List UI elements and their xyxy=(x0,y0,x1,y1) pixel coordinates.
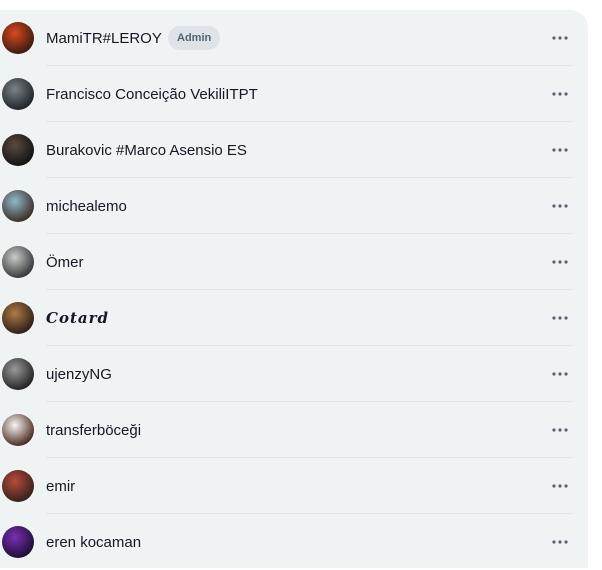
avatar[interactable] xyxy=(2,246,34,278)
more-horizontal-icon xyxy=(552,372,568,376)
more-horizontal-icon xyxy=(552,428,568,432)
more-options-button[interactable] xyxy=(550,476,570,496)
admin-badge: Admin xyxy=(168,26,221,50)
more-horizontal-icon xyxy=(552,36,568,40)
avatar[interactable] xyxy=(2,190,34,222)
member-name: eren kocaman xyxy=(46,533,142,551)
avatar[interactable] xyxy=(2,302,34,334)
more-horizontal-icon xyxy=(552,316,568,320)
member-list: MamiTR#LEROY Admin Francisco Conceição V… xyxy=(0,10,588,570)
more-horizontal-icon xyxy=(552,260,568,264)
more-options-button[interactable] xyxy=(550,84,570,104)
member-name: ujenzyNG xyxy=(46,365,112,383)
avatar[interactable] xyxy=(2,134,34,166)
member-name: emir xyxy=(46,477,76,495)
more-options-button[interactable] xyxy=(550,308,570,328)
member-name: michealemo xyxy=(46,197,127,215)
member-row-3[interactable]: michealemo xyxy=(0,178,588,234)
member-row-7[interactable]: transferböceği xyxy=(0,402,588,458)
more-options-button[interactable] xyxy=(550,364,570,384)
avatar[interactable] xyxy=(2,414,34,446)
member-name: Ömer xyxy=(46,253,84,271)
more-horizontal-icon xyxy=(552,148,568,152)
member-list-panel: MamiTR#LEROY Admin Francisco Conceição V… xyxy=(0,10,588,568)
more-horizontal-icon xyxy=(552,92,568,96)
member-name: Cotard xyxy=(46,309,109,327)
member-name: Francisco Conceição VekiliITPT xyxy=(46,85,258,103)
member-row-5[interactable]: Cotard xyxy=(0,290,588,346)
more-horizontal-icon xyxy=(552,204,568,208)
more-options-button[interactable] xyxy=(550,252,570,272)
more-horizontal-icon xyxy=(552,540,568,544)
avatar[interactable] xyxy=(2,470,34,502)
avatar[interactable] xyxy=(2,78,34,110)
avatar[interactable] xyxy=(2,22,34,54)
avatar[interactable] xyxy=(2,526,34,558)
more-options-button[interactable] xyxy=(550,196,570,216)
more-options-button[interactable] xyxy=(550,420,570,440)
avatar[interactable] xyxy=(2,358,34,390)
more-horizontal-icon xyxy=(552,484,568,488)
member-row-6[interactable]: ujenzyNG xyxy=(0,346,588,402)
member-name: transferböceği xyxy=(46,421,142,439)
member-row-8[interactable]: emir xyxy=(0,458,588,514)
more-options-button[interactable] xyxy=(550,532,570,552)
member-row-1[interactable]: Francisco Conceição VekiliITPT xyxy=(0,66,588,122)
member-row-9[interactable]: eren kocaman xyxy=(0,514,588,570)
more-options-button[interactable] xyxy=(550,140,570,160)
member-row-0[interactable]: MamiTR#LEROY Admin xyxy=(0,10,588,66)
member-name: Burakovic #Marco Asensio ES xyxy=(46,141,247,159)
more-options-button[interactable] xyxy=(550,28,570,48)
member-row-4[interactable]: Ömer xyxy=(0,234,588,290)
member-row-2[interactable]: Burakovic #Marco Asensio ES xyxy=(0,122,588,178)
member-name: MamiTR#LEROY xyxy=(46,29,162,47)
